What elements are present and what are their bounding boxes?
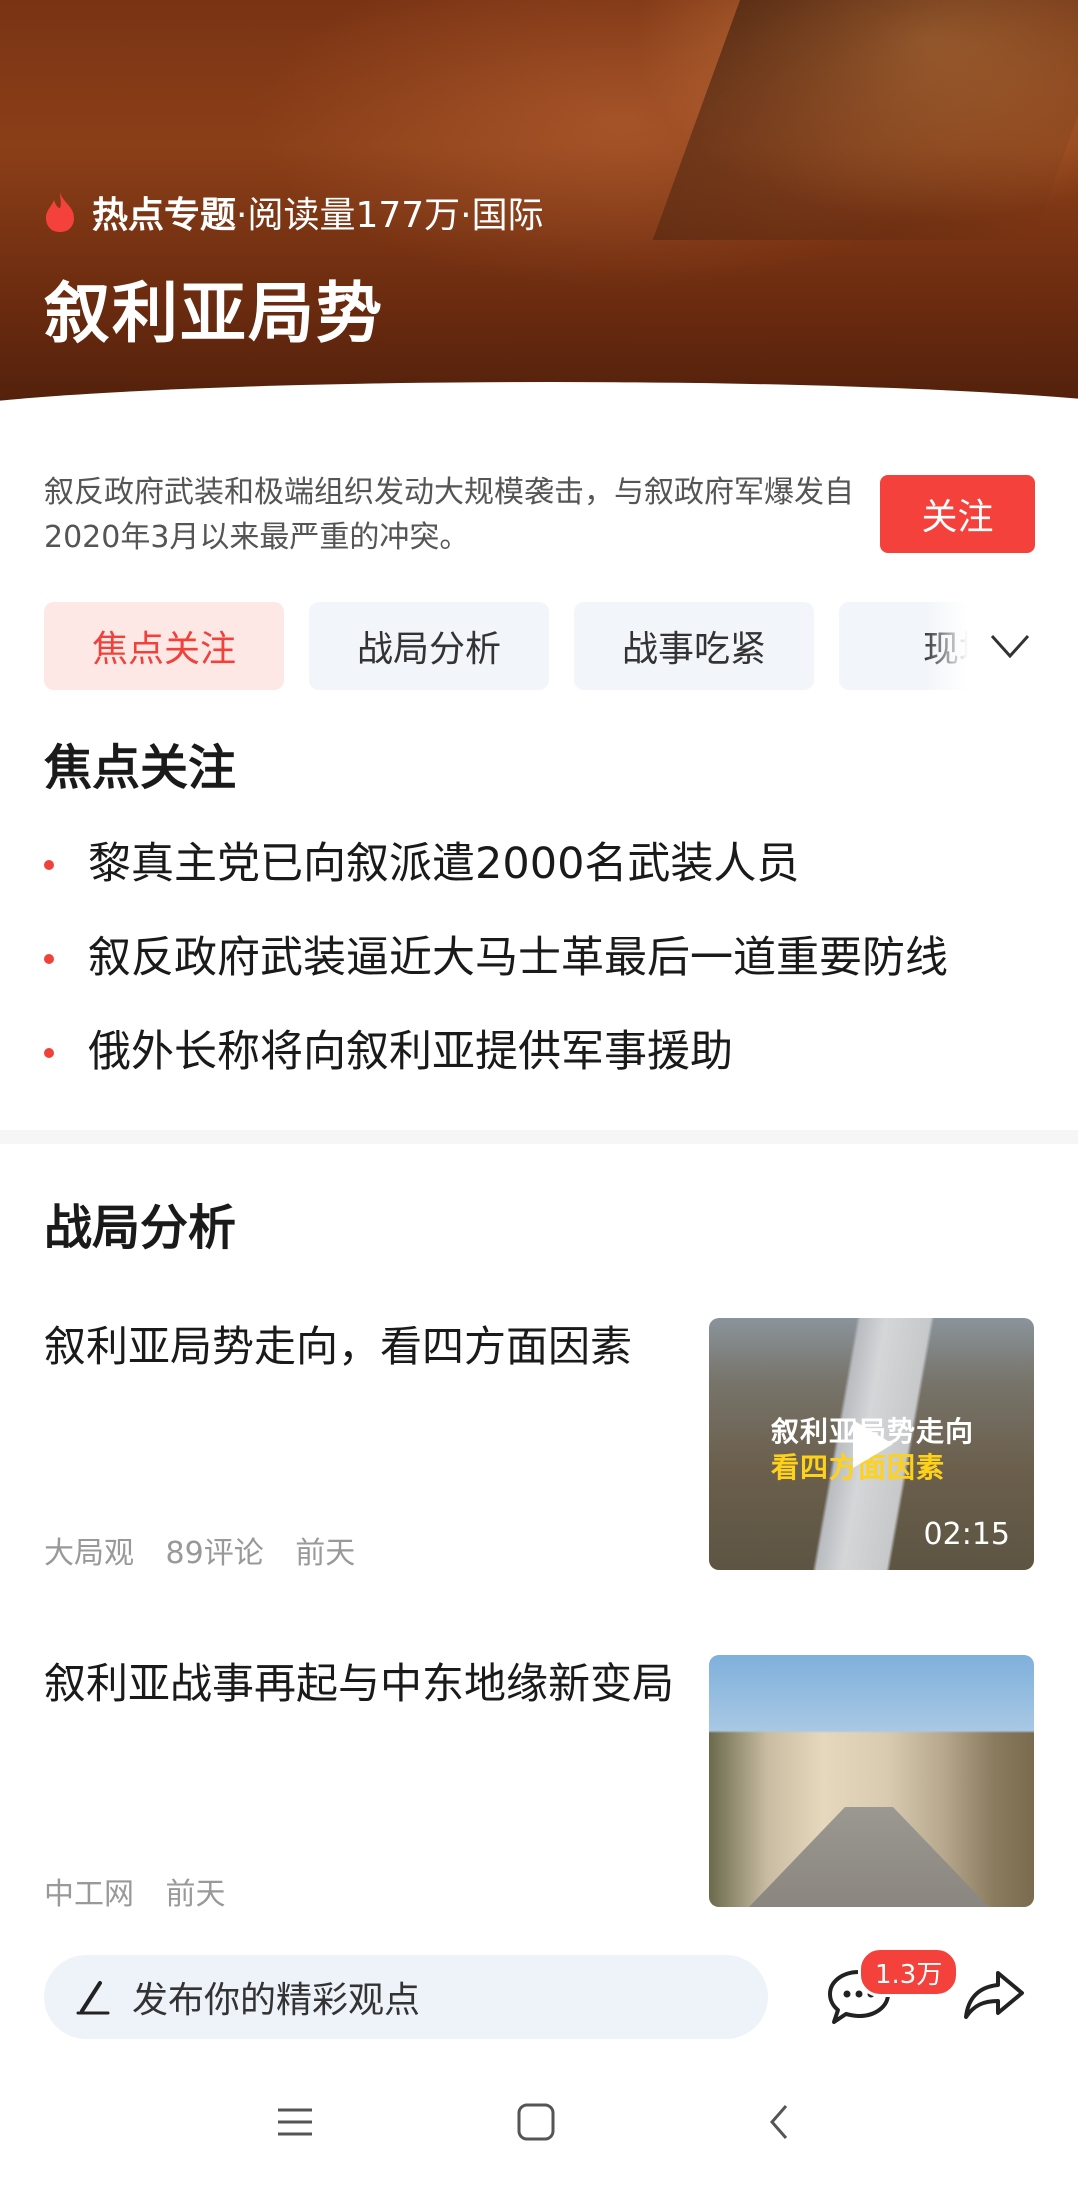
home-icon[interactable] — [516, 2102, 556, 2142]
list-item-text: 叙反政府武装逼近大马士革最后一道重要防线 — [88, 933, 948, 983]
list-item[interactable]: 黎真主党已向叙派遣2000名武装人员 — [44, 830, 1034, 924]
banner-smoke — [652, 0, 1078, 240]
banner-curve — [0, 382, 1078, 420]
article-title[interactable]: 叙利亚局势走向，看四方面因素 — [44, 1318, 684, 1376]
video-duration: 02:15 — [923, 1517, 1010, 1552]
flame-icon — [46, 192, 74, 232]
comment-count-badge: 1.3万 — [858, 1947, 960, 1997]
tab-analysis[interactable]: 战局分析 — [309, 602, 549, 690]
article-card[interactable]: 叙利亚战事再起与中东地缘新变局 中工网 前天 — [44, 1655, 1034, 1915]
article-time: 前天 — [165, 1877, 226, 1912]
list-item-text: 俄外长称将向叙利亚提供军事援助 — [88, 1027, 733, 1077]
back-icon[interactable] — [764, 2102, 794, 2142]
tab-war-tension[interactable]: 战事吃紧 — [574, 602, 814, 690]
analysis-heading: 战局分析 — [44, 1200, 237, 1256]
focus-heading: 焦点关注 — [44, 740, 237, 796]
topic-stats: ·阅读量177万·国际 — [236, 195, 544, 236]
article-title[interactable]: 叙利亚战事再起与中东地缘新变局 — [44, 1655, 684, 1713]
bullet-dot — [44, 954, 54, 964]
comment-placeholder: 发布你的精彩观点 — [132, 1980, 421, 2021]
article-card[interactable]: 叙利亚局势走向，看四方面因素 大局观 89评论 前天 叙利亚局势走向 看四方面因… — [44, 1318, 1034, 1578]
topic-description: 叙反政府武装和极端组织发动大规模袭击，与叙政府军爆发自2020年3月以来最严重的… — [44, 475, 854, 555]
topic-type: 热点专题 — [92, 195, 237, 236]
article-source: 中工网 — [44, 1877, 134, 1912]
follow-button[interactable]: 关注 — [880, 475, 1035, 553]
pen-icon — [76, 1981, 110, 2015]
list-item[interactable]: 叙反政府武装逼近大马士革最后一道重要防线 — [44, 924, 1034, 1018]
list-item-text: 黎真主党已向叙派遣2000名武装人员 — [88, 839, 800, 889]
article-time: 前天 — [295, 1536, 356, 1571]
topic-tabs: 焦点关注 战局分析 战事吃紧 现场 — [44, 602, 1034, 690]
tab-focus[interactable]: 焦点关注 — [44, 602, 284, 690]
bullet-dot — [44, 860, 54, 870]
section-divider — [0, 1130, 1078, 1144]
chevron-down-icon[interactable] — [988, 628, 1032, 664]
topic-title: 叙利亚局势 — [44, 275, 384, 352]
topic-banner: 热点专题 ·阅读量177万·国际 叙利亚局势 — [0, 0, 1078, 420]
article-comments: 89评论 — [165, 1536, 264, 1571]
article-meta: 大局观 89评论 前天 — [44, 1528, 377, 1572]
thumb-road — [749, 1807, 989, 1907]
comment-input[interactable]: 发布你的精彩观点 — [44, 1955, 768, 2039]
topic-meta: 热点专题 ·阅读量177万·国际 — [42, 188, 544, 236]
video-thumbnail[interactable]: 叙利亚局势走向 看四方面因素 02:15 — [709, 1318, 1034, 1570]
focus-list: 黎真主党已向叙派遣2000名武装人员 叙反政府武装逼近大马士革最后一道重要防线 … — [44, 830, 1034, 1112]
article-thumbnail[interactable] — [709, 1655, 1034, 1907]
article-meta: 中工网 前天 — [44, 1869, 248, 1913]
system-nav-bar — [0, 2090, 1078, 2160]
list-item[interactable]: 俄外长称将向叙利亚提供军事援助 — [44, 1018, 1034, 1112]
menu-icon[interactable] — [274, 2102, 316, 2142]
article-source: 大局观 — [44, 1536, 134, 1571]
play-icon[interactable] — [849, 1418, 895, 1470]
bullet-dot — [44, 1048, 54, 1058]
share-icon[interactable] — [962, 1967, 1026, 2023]
